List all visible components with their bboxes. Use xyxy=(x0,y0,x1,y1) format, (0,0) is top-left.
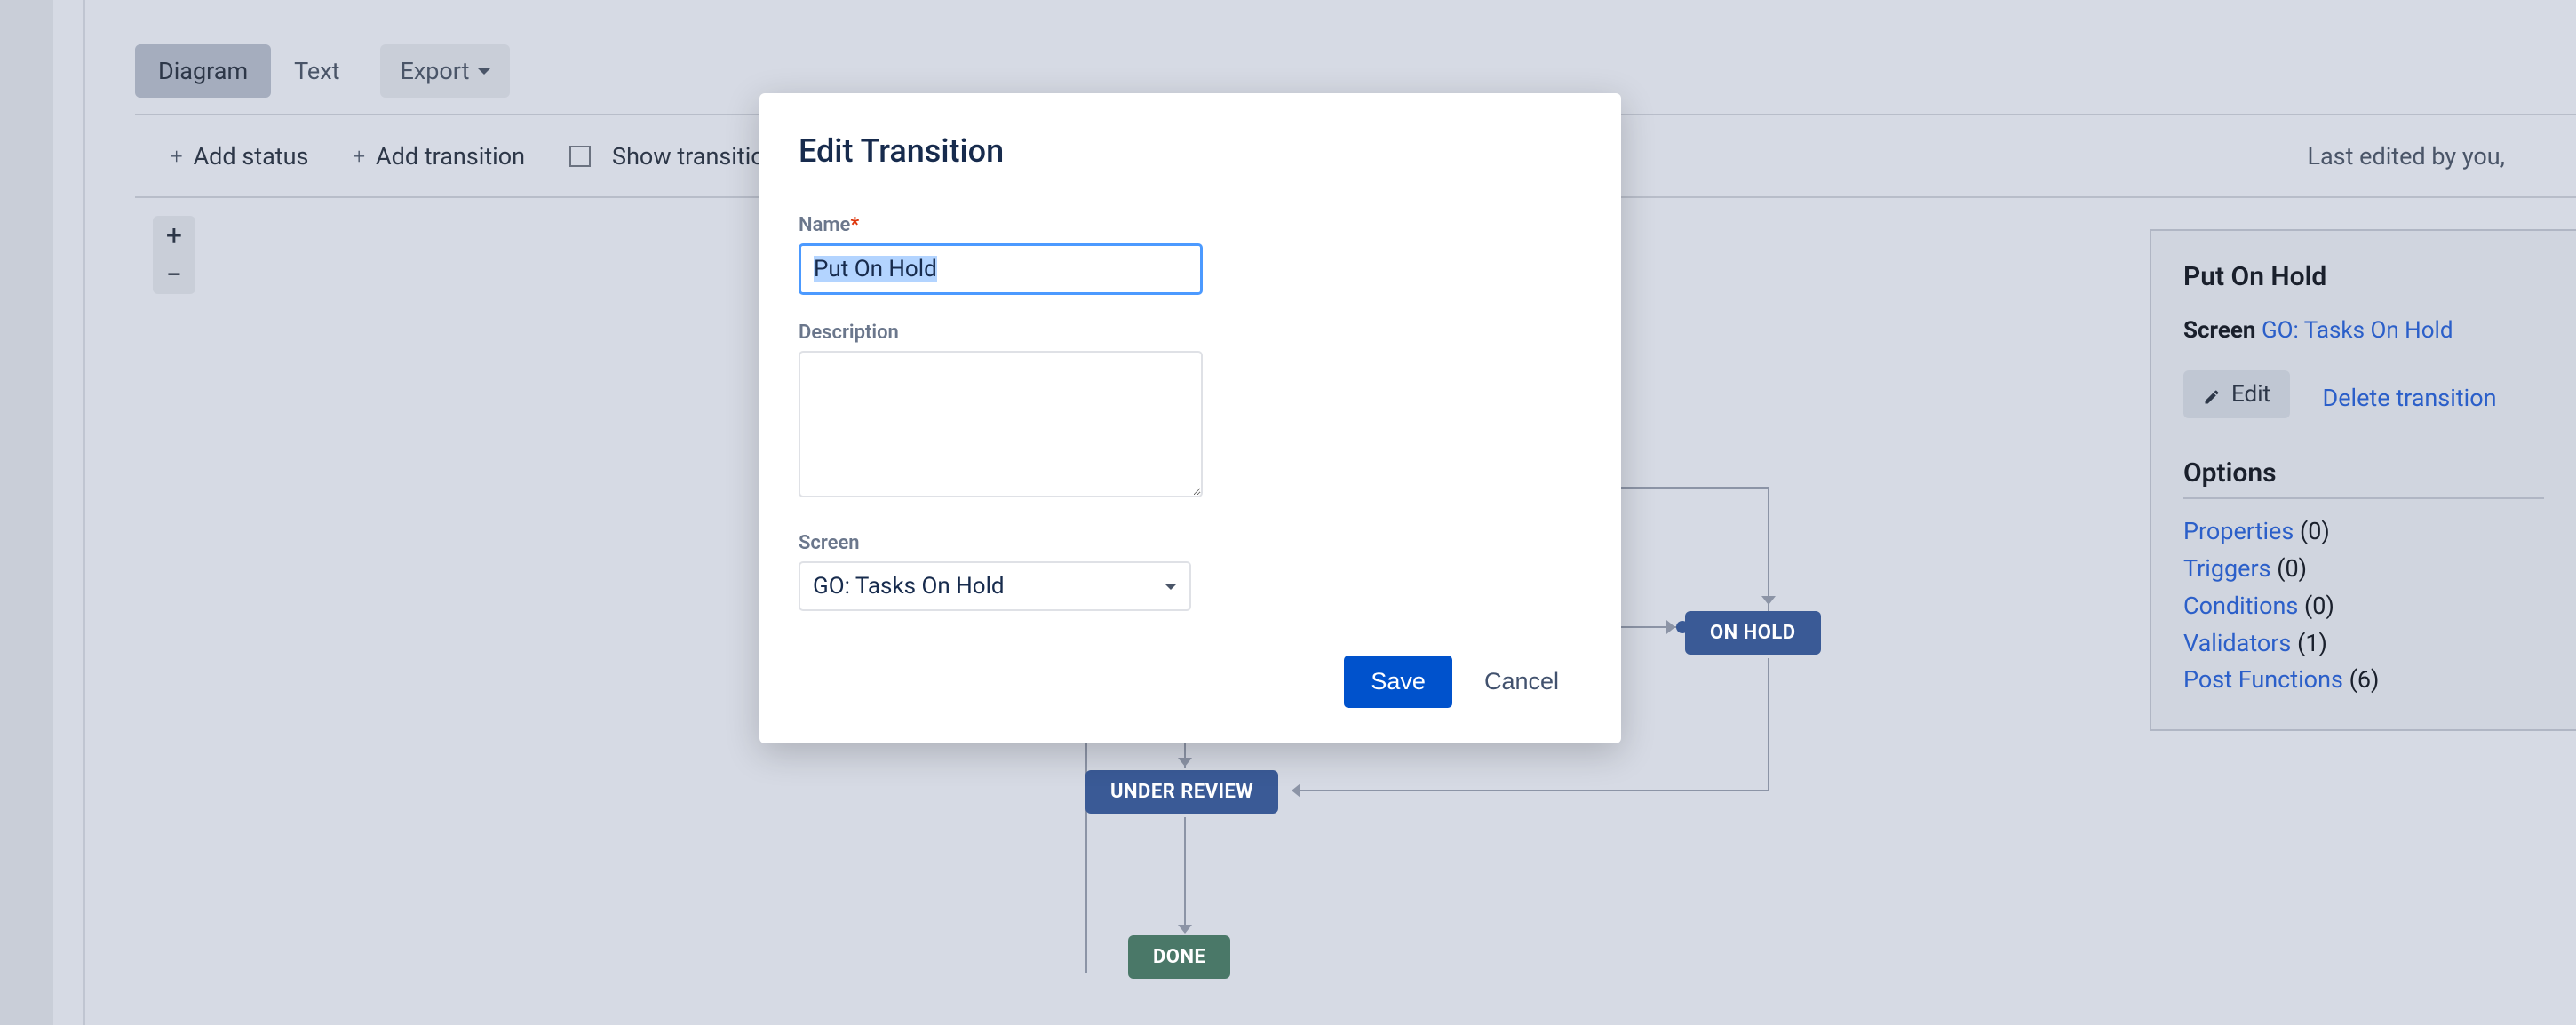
screen-select-value: GO: Tasks On Hold xyxy=(813,573,1005,600)
cancel-button[interactable]: Cancel xyxy=(1461,656,1582,708)
description-textarea[interactable] xyxy=(799,351,1203,497)
name-label-text: Name xyxy=(799,214,850,236)
name-input[interactable]: Put On Hold xyxy=(799,243,1203,295)
modal-overlay: Edit Transition Name* Put On Hold Descri… xyxy=(0,0,2576,1025)
description-label: Description xyxy=(799,322,1582,344)
edit-transition-modal: Edit Transition Name* Put On Hold Descri… xyxy=(759,93,1621,743)
name-label: Name* xyxy=(799,214,1582,236)
modal-title: Edit Transition xyxy=(799,132,1582,170)
name-input-value: Put On Hold xyxy=(814,256,937,282)
required-asterisk-icon: * xyxy=(850,214,859,236)
screen-select[interactable]: GO: Tasks On Hold xyxy=(799,561,1191,611)
save-button[interactable]: Save xyxy=(1344,656,1452,708)
chevron-down-icon xyxy=(1165,584,1177,590)
screen-select-label: Screen xyxy=(799,532,1582,554)
modal-actions: Save Cancel xyxy=(799,656,1582,708)
